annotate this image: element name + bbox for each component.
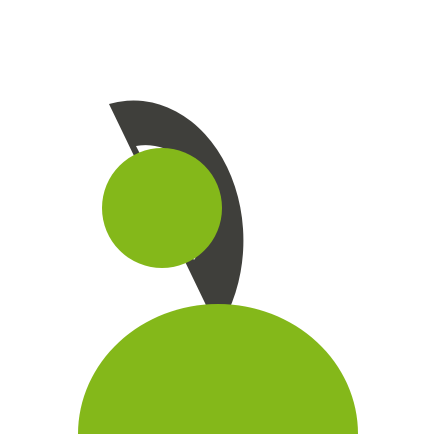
green-head-circle [102,148,222,268]
abstract-person-logo-icon [78,100,358,434]
green-body-dome [78,304,358,434]
logo-mark [78,100,358,434]
logo-canvas [0,0,434,434]
